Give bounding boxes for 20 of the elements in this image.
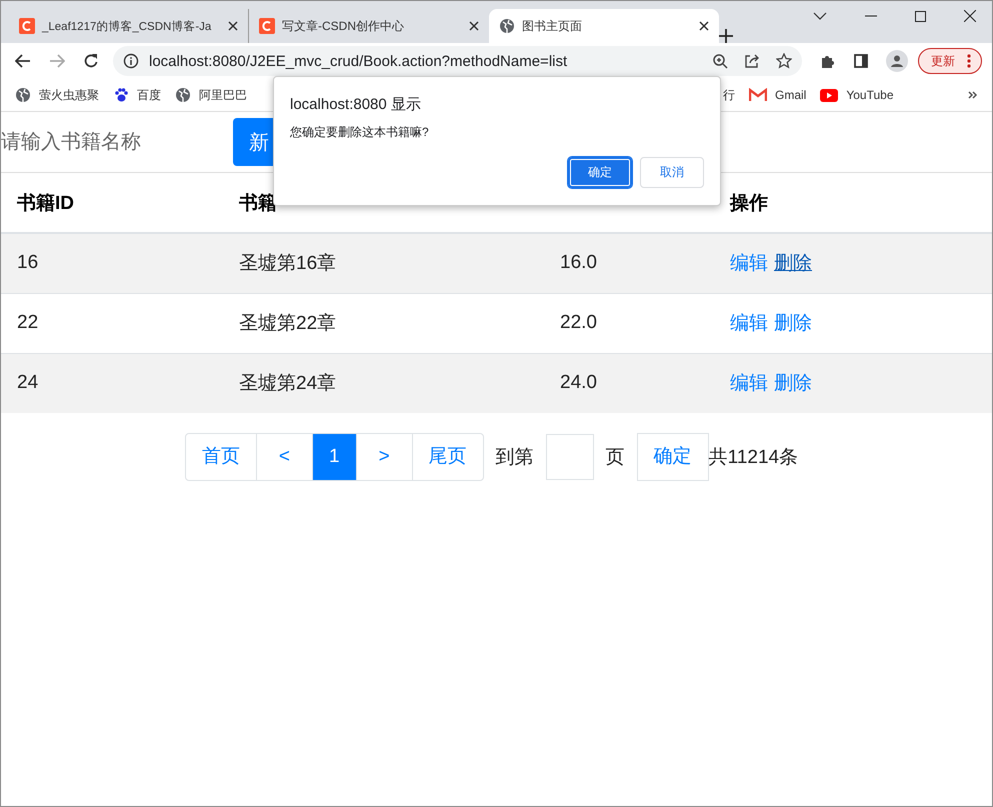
table-cell: 圣墟第24章 (239, 373, 336, 394)
table-cell: 24.0 (560, 372, 597, 394)
page-label: 页 (606, 446, 625, 470)
table-cell: 圣墟第22章 (239, 313, 336, 334)
table-cell: 圣墟第16章 (239, 253, 336, 274)
goto-label: 到第 (496, 446, 534, 470)
table-cell: 22.0 (560, 312, 597, 333)
table-cell: 16 (17, 252, 38, 274)
total-count: 共11214条 (708, 446, 798, 470)
dialog-title: localhost:8080 显示 (290, 95, 422, 114)
dialog-message: 您确定要删除这本书籍嘛? (290, 124, 430, 141)
table-cell: 22 (17, 312, 38, 333)
table-cell: 24 (17, 372, 38, 394)
tab-title: _Leaf1217的博客_CSDN博客-Ja (42, 19, 212, 34)
tab-title: 写文章-CSDN创作中心 (282, 18, 405, 34)
table-cell: 16.0 (560, 252, 597, 274)
url-text: localhost:8080/J2EE_mvc_crud/Book.action?methodName=list (149, 52, 568, 70)
column-header: 操作 (730, 192, 768, 214)
tab-title: 图书主页面 (522, 18, 583, 34)
column-header: 书籍ID (17, 192, 74, 214)
